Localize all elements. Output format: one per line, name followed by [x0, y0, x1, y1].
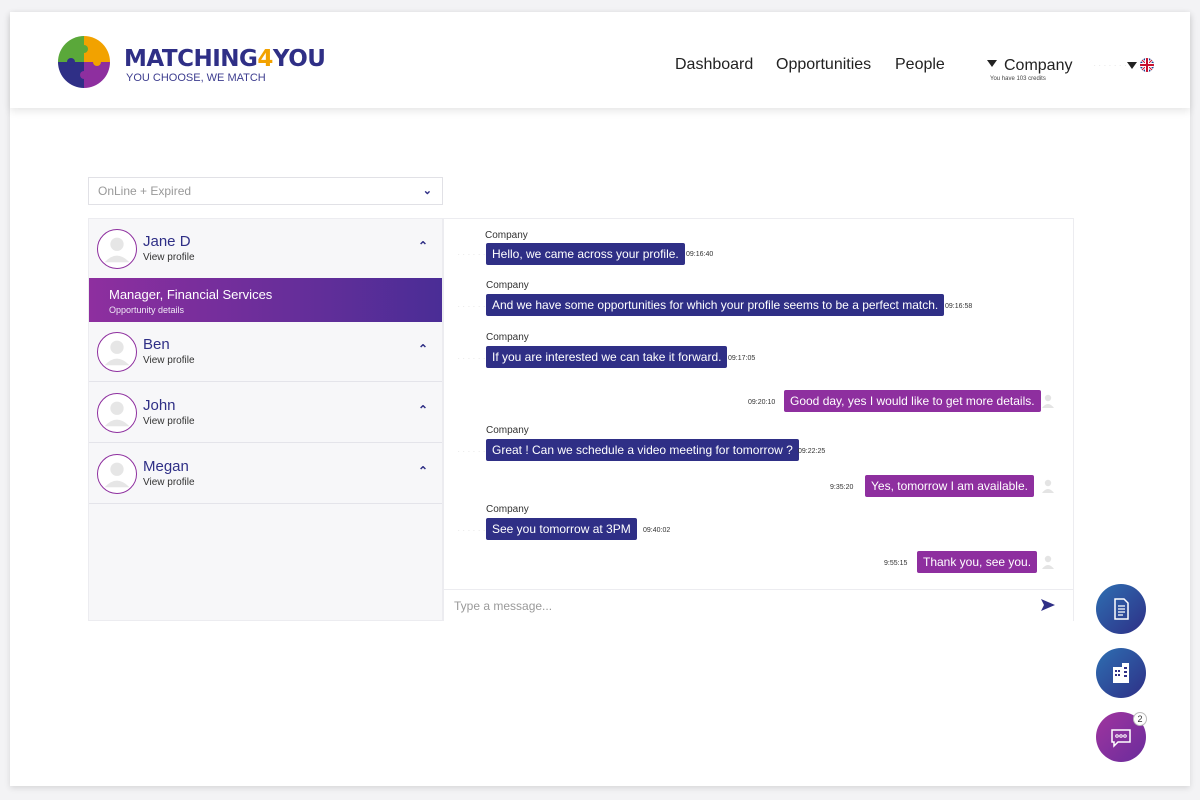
opportunity-details-link[interactable]: Opportunity details: [109, 305, 184, 315]
incoming-message: See you tomorrow at 3PM: [486, 518, 637, 540]
message-time: 9:35:20: [830, 484, 854, 491]
user-avatar-icon: [97, 332, 137, 372]
brand-name: MATCHING4YOU: [124, 46, 326, 72]
outgoing-message: Thank you, see you.: [917, 551, 1038, 573]
view-profile-link[interactable]: View profile: [143, 416, 195, 427]
message-time: 09:16:58: [945, 303, 973, 310]
language-caret-icon[interactable]: [1127, 62, 1137, 69]
message-dots: · · · · · ·: [458, 304, 486, 310]
puzzle-logo-icon: [58, 36, 110, 88]
view-profile-link[interactable]: View profile: [143, 477, 195, 488]
chevron-up-icon[interactable]: ⌃: [418, 239, 428, 253]
chevron-up-icon[interactable]: ⌃: [418, 403, 428, 417]
contact-name: Megan: [143, 458, 189, 475]
app-window: MATCHING4YOU YOU CHOOSE, WE MATCH Dashbo…: [10, 12, 1190, 786]
nav-opportunities[interactable]: Opportunities: [776, 56, 871, 74]
brand-name-part2: 4: [257, 46, 273, 72]
user-avatar-icon: [1042, 555, 1054, 569]
brand-tagline: YOU CHOOSE, WE MATCH: [126, 72, 266, 84]
chat-notification-badge: 2: [1133, 712, 1147, 726]
message-sender: Company: [485, 230, 528, 241]
send-icon[interactable]: [1040, 597, 1056, 613]
credits-text: You have 103 credits: [990, 76, 1046, 82]
brand-name-part3: YOU: [272, 46, 326, 72]
user-avatar-icon: [97, 454, 137, 494]
user-avatar-icon: [97, 229, 137, 269]
message-sender: Company: [486, 280, 529, 291]
header: MATCHING4YOU YOU CHOOSE, WE MATCH Dashbo…: [10, 12, 1190, 108]
status-filter-value: OnLine + Expired: [98, 184, 192, 198]
message-composer: [444, 589, 1073, 621]
message-time: 09:16:40: [686, 251, 714, 258]
contact-name: Ben: [143, 336, 170, 353]
contact-name: John: [143, 397, 176, 414]
message-time: 09:17:05: [728, 355, 756, 362]
building-icon: [1113, 663, 1129, 683]
contact-john[interactable]: John View profile ⌃: [89, 383, 442, 443]
nav-people[interactable]: People: [895, 56, 945, 74]
documents-button[interactable]: [1096, 584, 1146, 634]
message-time: 09:40:02: [643, 527, 671, 534]
incoming-message: Great ! Can we schedule a video meeting …: [486, 439, 799, 461]
message-sender: Company: [486, 504, 529, 515]
contact-megan[interactable]: Megan View profile ⌃: [89, 444, 442, 504]
user-avatar-icon: [97, 393, 137, 433]
nav-dashboard[interactable]: Dashboard: [675, 56, 753, 74]
message-time: 09:20:10: [748, 399, 776, 406]
user-avatar-icon: [1042, 394, 1054, 408]
incoming-message: If you are interested we can take it for…: [486, 346, 728, 368]
incoming-message: And we have some opportunities for which…: [486, 294, 945, 316]
contact-jane-d[interactable]: Jane D View profile ⌃: [89, 219, 442, 279]
status-filter-select[interactable]: OnLine + Expired ⌄: [88, 177, 443, 205]
chat-panel: Company · · · · · · Hello, we came acros…: [443, 218, 1074, 621]
message-time: 9:55:15: [884, 560, 908, 567]
incoming-message: Hello, we came across your profile.: [486, 243, 685, 265]
outgoing-message: Good day, yes I would like to get more d…: [784, 390, 1041, 412]
opportunity-title: Manager, Financial Services: [109, 287, 273, 302]
companies-button[interactable]: [1096, 648, 1146, 698]
caret-down-icon[interactable]: [987, 60, 997, 67]
message-sender: Company: [486, 332, 529, 343]
chevron-up-icon[interactable]: ⌃: [418, 464, 428, 478]
outgoing-message: Yes, tomorrow I am available.: [865, 475, 1034, 497]
view-profile-link[interactable]: View profile: [143, 252, 195, 263]
message-dots: · · · · · ·: [458, 252, 486, 258]
language-separator: · · · · · · ·: [1094, 63, 1127, 69]
message-dots: · · · · · ·: [458, 528, 486, 534]
view-profile-link[interactable]: View profile: [143, 355, 195, 366]
company-menu[interactable]: Company: [1004, 57, 1072, 75]
opportunity-item[interactable]: Manager, Financial Services Opportunity …: [89, 278, 442, 322]
message-sender: Company: [486, 425, 529, 436]
message-dots: · · · · · ·: [458, 449, 486, 455]
contact-ben[interactable]: Ben View profile ⌃: [89, 322, 442, 382]
message-input[interactable]: [454, 597, 1014, 615]
document-icon: [1114, 598, 1129, 620]
brand-name-part1: MATCHING: [124, 46, 258, 72]
message-time: 09:22:25: [798, 448, 826, 455]
message-dots: · · · · · ·: [458, 356, 486, 362]
contact-name: Jane D: [143, 233, 191, 250]
uk-flag-icon[interactable]: [1140, 58, 1154, 72]
chevron-up-icon[interactable]: ⌃: [418, 342, 428, 356]
contacts-panel: Jane D View profile ⌃ Manager, Financial…: [88, 218, 443, 621]
chat-bubble-icon: [1111, 729, 1131, 748]
chevron-down-icon: ⌄: [422, 185, 432, 197]
user-avatar-icon: [1042, 479, 1054, 493]
